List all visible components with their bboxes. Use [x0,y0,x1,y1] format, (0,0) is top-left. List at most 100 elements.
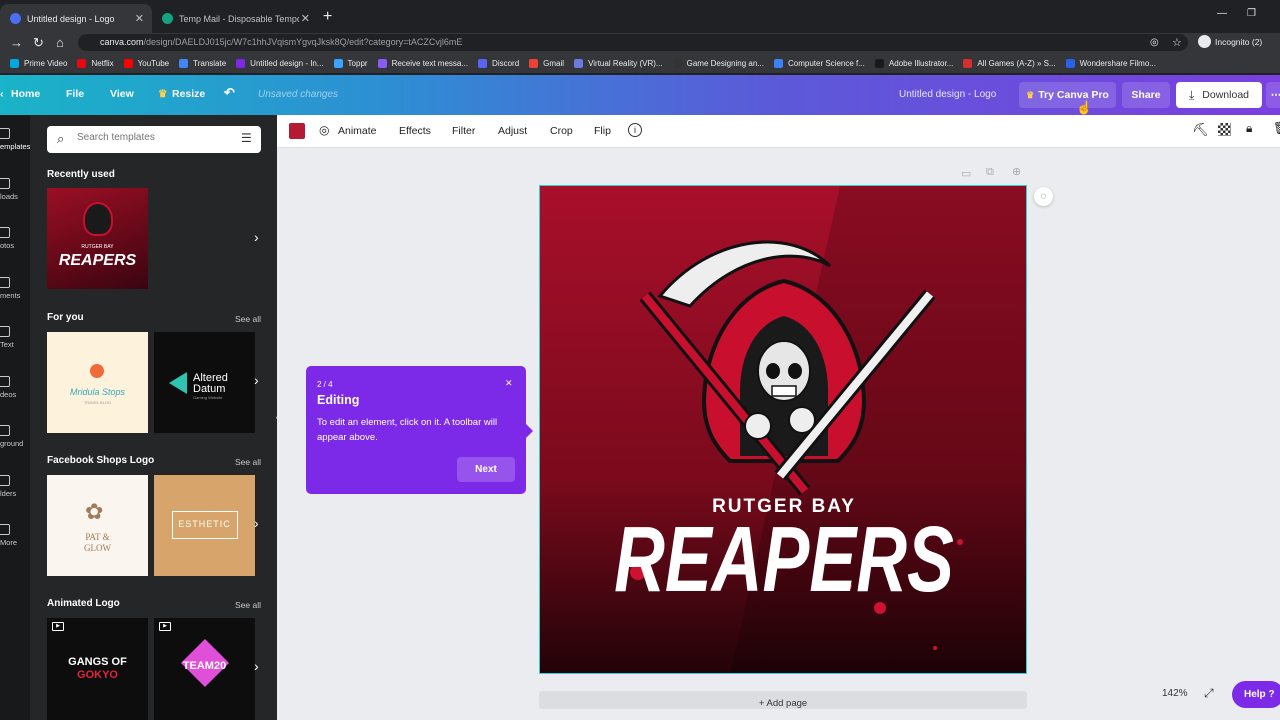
trash-icon[interactable]: 🗑︎ [1273,121,1280,135]
notes-icon[interactable]: ▭ [961,167,971,180]
bookmark-item[interactable]: Computer Science f... [773,58,865,68]
search-input[interactable] [77,132,237,143]
transparency-icon[interactable] [1218,123,1231,136]
star-icon[interactable]: ☆ [1172,36,1182,49]
template-pat-glow[interactable]: ✿ PAT & GLOW [47,475,148,576]
next-button[interactable]: Next [457,457,515,482]
back-chevron-icon[interactable]: ‹ [0,88,4,100]
resize-menu[interactable]: Resize [172,88,205,100]
design-title[interactable]: REAPERS [614,509,954,611]
minimize-icon[interactable]: — [1217,8,1227,19]
design-canvas[interactable]: RUTGER BAY REAPERS [539,185,1027,674]
see-all-link[interactable]: See all [235,314,261,324]
rail-item[interactable]: deos [0,375,30,399]
animate-button[interactable]: Animate [338,125,377,137]
bookmark-item[interactable]: Discord [478,58,519,68]
bookmark-item[interactable]: Wondershare Filmo... [1065,58,1156,68]
rail-item[interactable]: Text [0,326,30,349]
bookmark-item[interactable]: All Games (A-Z) » S... [963,58,1056,68]
rail-item[interactable]: loads [0,177,30,201]
filter-sliders-icon[interactable]: ☰ [241,131,252,145]
adjust-button[interactable]: Adjust [498,125,527,137]
template-altered-datum[interactable]: Altered Datum Gaming Website [154,332,255,433]
paint-roller-icon[interactable]: ⛏ [1192,122,1209,138]
comment-icon[interactable]: ◌ [1034,187,1053,206]
browser-tab-canva[interactable]: Untitled design - Logo ✕ [0,4,152,33]
see-all-link[interactable]: See all [235,457,261,467]
file-menu[interactable]: File [66,88,84,100]
chevron-right-icon[interactable]: › [254,372,259,388]
see-all-link[interactable]: See all [235,600,261,610]
try-canva-pro-button[interactable]: ♛ Try Canva Pro [1019,82,1116,108]
thumb-title: GANGS OF [68,656,127,668]
home-icon[interactable]: ⌂ [56,35,64,50]
bookmark-item[interactable]: Adobe Illustrator... [874,58,954,68]
effects-button[interactable]: Effects [399,125,431,137]
help-button[interactable]: Help ? [1232,681,1280,708]
add-page-icon[interactable]: ⊕ [1012,165,1021,178]
template-gangs[interactable]: ▶ GANGS OF GOKYO [47,618,148,720]
new-tab-icon[interactable]: + [323,8,332,26]
rail-item[interactable]: More [0,524,30,547]
document-title[interactable]: Untitled design - Logo [899,89,996,100]
duplicate-page-icon[interactable]: ⧉ [986,166,994,179]
bookmark-item[interactable]: Prime Video [10,58,67,68]
help-label: Help ? [1244,689,1275,700]
tooltip-body: To edit an element, click on it. A toolb… [317,417,498,443]
bookmark-item[interactable]: Toppr [333,58,368,68]
bookmark-item[interactable]: Translate [179,58,226,68]
incognito-profile[interactable]: Incognito (2) [1198,35,1262,48]
lock-icon[interactable]: 🔒︎ [1246,121,1252,136]
flip-button[interactable]: Flip [594,125,611,137]
browser-tab-tempmail[interactable]: Temp Mail - Disposable Tempora... ✕ [152,4,318,33]
filter-button[interactable]: Filter [452,125,475,137]
close-icon[interactable]: ✕ [505,378,513,389]
info-icon[interactable]: i [628,123,642,137]
close-tab-icon[interactable]: ✕ [135,12,144,25]
tooltip-title: Editing [317,393,360,407]
more-options-button[interactable]: ⋯ [1266,82,1280,108]
chevron-right-icon[interactable]: › [254,229,259,245]
recent-template-reapers[interactable]: RUTGER BAY REAPERS [47,188,148,289]
rail-item[interactable]: lders [0,474,30,498]
rail-item[interactable]: emplates [0,128,30,151]
reload-icon[interactable]: ↻ [33,35,44,51]
eye-off-icon[interactable]: ◎ [1150,37,1159,48]
url-input[interactable]: canva.com/design/DAELDJ015jc/W7c1hhJVqis… [78,34,1188,51]
bookmark-item[interactable]: Gmail [529,58,564,68]
bookmark-item[interactable]: Receive text messa... [377,58,468,68]
reaper-logo-artwork[interactable]: RUTGER BAY REAPERS [540,186,1027,674]
bookmark-item[interactable]: YouTube [123,58,169,68]
add-page-label: + Add page [758,698,808,709]
view-menu[interactable]: View [110,88,134,100]
bookmark-label: Adobe Illustrator... [888,58,954,68]
template-team20[interactable]: ▶ TEAM20 [154,618,255,720]
close-tab-icon[interactable]: ✕ [301,12,310,25]
rail-icon [0,276,10,288]
fullscreen-icon[interactable]: ⤢ [1204,686,1214,701]
crop-button[interactable]: Crop [550,125,573,137]
chevron-right-icon[interactable]: › [254,515,259,531]
thumb-title-2: GLOW [84,543,111,553]
color-swatch[interactable] [289,123,305,139]
bookmark-item[interactable]: Game Designing an... [672,58,764,68]
rail-item[interactable]: ground [0,425,30,448]
share-button[interactable]: Share [1122,82,1170,108]
template-esthetic[interactable]: ESTHETIC [154,475,255,576]
bookmark-item[interactable]: Netflix [77,58,114,68]
forward-icon[interactable]: → [10,35,23,50]
download-button[interactable]: ⤓ Download [1176,82,1262,108]
bookmark-favicon-icon [1065,58,1075,68]
undo-icon[interactable]: ↶ [224,85,235,101]
chevron-right-icon[interactable]: › [254,658,259,674]
rail-item[interactable]: ments [0,276,30,300]
bookmark-item[interactable]: Virtual Reality (VR)... [574,58,663,68]
rail-item[interactable]: otos [0,227,30,250]
restore-icon[interactable]: ❐ [1247,8,1256,19]
zoom-level[interactable]: 142% [1162,688,1188,699]
template-mridula[interactable]: Mridula Stops TRAVEL BLOG [47,332,148,433]
add-page-button[interactable]: + Add page [539,691,1027,709]
home-menu[interactable]: Home [11,88,40,100]
bookmark-item[interactable]: Untitled design - In... [236,58,324,68]
bookmark-label: Toppr [347,58,368,68]
